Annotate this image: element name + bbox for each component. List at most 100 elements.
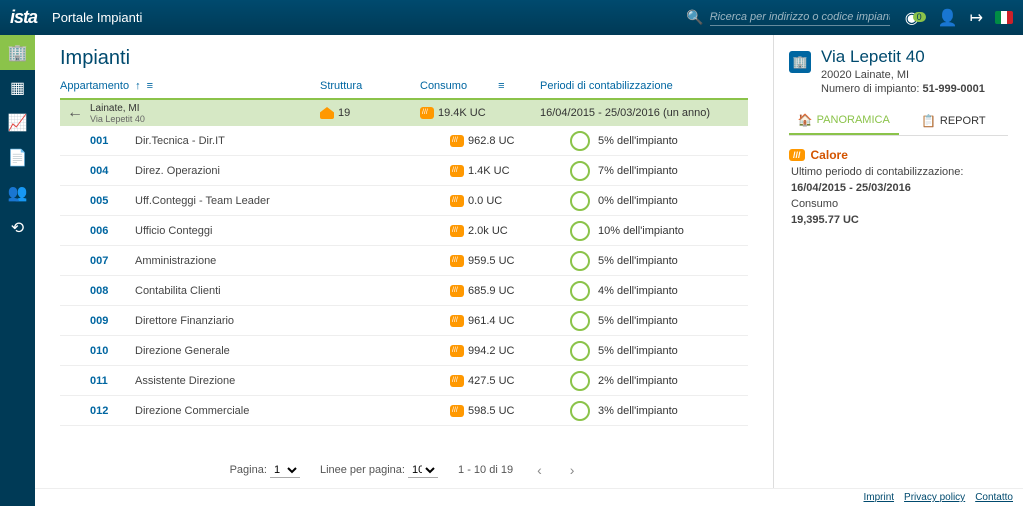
search-input[interactable] [710, 9, 890, 26]
row-consumption: 959.5 UC [468, 255, 514, 267]
row-name: Direttore Finanziario [135, 315, 350, 327]
property-city: Lainate, MI [90, 103, 320, 114]
nav-impianti[interactable]: 🏢 [0, 35, 35, 70]
row-percent: 5% dell'impianto [598, 255, 678, 267]
perpage-label: Linee per pagina: [320, 464, 405, 476]
page-label: Pagina: [230, 464, 267, 476]
table-row[interactable]: 011Assistente Direzione 427.5 UC 2% dell'i… [60, 366, 748, 396]
footer-imprint[interactable]: Imprint [863, 492, 894, 503]
table-body: 001Dir.Tecnica - Dir.IT962.8 UC5% dell'i… [60, 126, 748, 452]
nav-grid[interactable]: ▦ [0, 70, 35, 105]
building-icon: 🏢 [789, 51, 811, 73]
row-consumption: 598.5 UC [468, 405, 514, 417]
row-percent: 10% dell'impianto [598, 225, 684, 237]
top-bar: ista Portale Impianti 🔍 ◉0 👤 ↦ [0, 0, 1023, 35]
gauge-icon [570, 311, 590, 331]
consumption-value: 19,395.77 UC [791, 214, 859, 226]
table-row[interactable]: 004Direz. Operazioni1.4K UC7% dell'impia… [60, 156, 748, 186]
property-header-row: ← Lainate, MI Via Lepetit 40 19 19.4K UC… [60, 100, 748, 126]
tab-report[interactable]: 📋REPORT [899, 107, 1009, 135]
row-name: Direzione Generale [135, 345, 350, 357]
nav-refresh[interactable]: ⟲ [0, 210, 35, 245]
side-nav: 🏢 ▦ 📈 📄 👥 ⟲ [0, 35, 35, 506]
row-percent: 5% dell'impianto [598, 135, 678, 147]
footer-contact[interactable]: Contatto [975, 492, 1013, 503]
row-percent: 2% dell'impianto [598, 375, 678, 387]
row-number: 006 [90, 225, 135, 237]
property-address: Via Lepetit 40 [90, 114, 320, 124]
table-row[interactable]: 008Contabilita Clienti685.9 UC4% dell'im… [60, 276, 748, 306]
sort-asc-icon[interactable]: ↑ [135, 80, 141, 92]
table-row[interactable]: 006Ufficio Conteggi2.0k UC10% dell'impia… [60, 216, 748, 246]
search-icon[interactable]: 🔍 [686, 9, 703, 26]
plant-number-label: Numero di impianto: [821, 83, 919, 95]
col-struttura[interactable]: Struttura [320, 80, 420, 92]
row-number: 001 [90, 135, 135, 147]
table-row[interactable]: 007Amministrazione959.5 UC5% dell'impian… [60, 246, 748, 276]
perpage-select[interactable]: 10 [408, 463, 438, 478]
prev-page-icon[interactable]: ‹ [533, 462, 546, 478]
tab-panoramica[interactable]: 🏠PANORAMICA [789, 107, 899, 135]
plant-number: 51-999-0001 [923, 83, 985, 95]
table-row[interactable]: 001Dir.Tecnica - Dir.IT962.8 UC5% dell'i… [60, 126, 748, 156]
portal-name: Portale Impianti [52, 10, 142, 25]
meter-icon [450, 405, 464, 417]
consumo-filter-icon[interactable]: ≡ [498, 80, 504, 92]
gauge-icon [570, 371, 590, 391]
row-name: Contabilita Clienti [135, 285, 350, 297]
col-appartamento[interactable]: Appartamento [60, 80, 129, 92]
row-number: 010 [90, 345, 135, 357]
page-title: Impianti [60, 47, 748, 70]
struct-count: 19 [338, 107, 350, 119]
detail-panel: 🏢 Via Lepetit 40 20020 Lainate, MI Numer… [773, 35, 1023, 488]
section-calore: Calore [811, 148, 848, 162]
gauge-icon [570, 341, 590, 361]
row-consumption: 1.4K UC [468, 165, 510, 177]
row-name: Direz. Operazioni [135, 165, 350, 177]
row-name: Uff.Conteggi - Team Leader [135, 195, 350, 207]
meter-icon [420, 107, 434, 119]
col-consumo[interactable]: Consumo [420, 80, 467, 92]
total-consumption: 19.4K UC [438, 107, 486, 119]
table-row[interactable]: 012Direzione Commerciale598.5 UC3% dell'… [60, 396, 748, 426]
next-page-icon[interactable]: › [566, 462, 579, 478]
footer: Imprint Privacy policy Contatto [35, 488, 1023, 506]
last-period-label: Ultimo periodo di contabilizzazione: [791, 166, 1008, 178]
footer-privacy[interactable]: Privacy policy [904, 492, 965, 503]
detail-title: Via Lepetit 40 [821, 47, 1008, 67]
nav-chart[interactable]: 📈 [0, 105, 35, 140]
nav-users[interactable]: 👥 [0, 175, 35, 210]
meter-icon [450, 135, 464, 147]
notifications-icon[interactable]: ◉0 [905, 8, 926, 28]
logout-icon[interactable]: ↦ [970, 8, 983, 28]
filter-list-icon[interactable]: ≡ [147, 80, 153, 92]
row-percent: 5% dell'impianto [598, 345, 678, 357]
row-percent: 0% dell'impianto [598, 195, 678, 207]
table-row[interactable]: 005Uff.Conteggi - Team Leader0.0 UC0% de… [60, 186, 748, 216]
row-number: 012 [90, 405, 135, 417]
row-number: 005 [90, 195, 135, 207]
brand-logo: ista [10, 7, 37, 28]
row-consumption: 685.9 UC [468, 285, 514, 297]
gauge-icon [570, 131, 590, 151]
gauge-icon [570, 281, 590, 301]
gauge-icon [570, 401, 590, 421]
account-icon[interactable]: 👤 [938, 8, 958, 28]
row-percent: 7% dell'impianto [598, 165, 678, 177]
meter-icon [450, 225, 464, 237]
row-consumption: 427.5 UC [468, 375, 514, 387]
locale-flag-it[interactable] [995, 11, 1013, 24]
meter-icon [450, 165, 464, 177]
col-periodi[interactable]: Periodi di contabilizzazione [540, 80, 748, 92]
table-row[interactable]: 010Direzione Generale994.2 UC5% dell'imp… [60, 336, 748, 366]
table-row[interactable]: 009Direttore Finanziario961.4 UC5% dell'… [60, 306, 748, 336]
meter-icon [450, 345, 464, 357]
row-name: Amministrazione [135, 255, 350, 267]
back-arrow-icon[interactable]: ← [60, 104, 90, 122]
meter-icon [450, 375, 464, 387]
nav-docs[interactable]: 📄 [0, 140, 35, 175]
page-select[interactable]: 1 [270, 463, 300, 478]
row-name: Assistente Direzione [135, 375, 350, 387]
row-number: 011 [90, 375, 135, 387]
report-icon: 📋 [921, 114, 936, 128]
